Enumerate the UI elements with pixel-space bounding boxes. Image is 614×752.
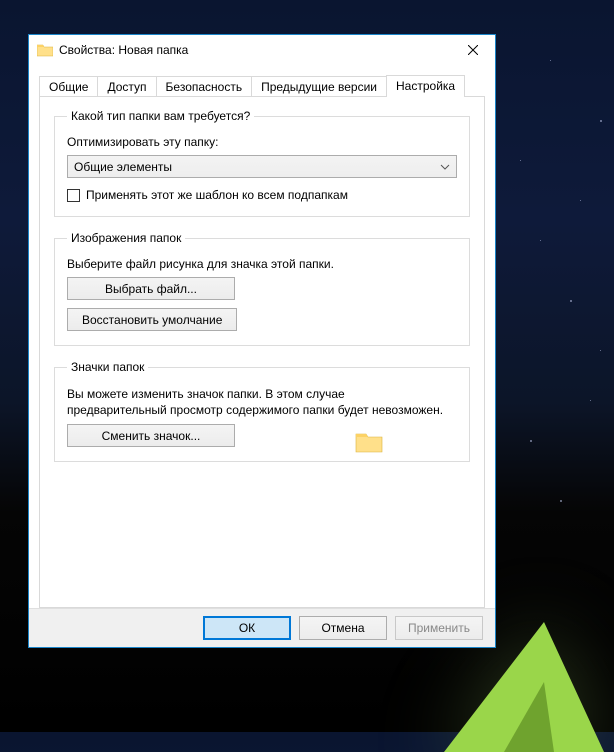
properties-dialog: Свойства: Новая папка Общие Доступ Безоп… [28,34,496,648]
cancel-button[interactable]: Отмена [299,616,387,640]
optimize-combo-value: Общие элементы [74,160,172,174]
folder-icons-desc: Вы можете изменить значок папки. В этом … [67,386,447,418]
change-icon-button[interactable]: Сменить значок... [67,424,235,447]
dialog-content: Общие Доступ Безопасность Предыдущие вер… [29,65,495,608]
choose-file-button[interactable]: Выбрать файл... [67,277,235,300]
group-folder-icons: Значки папок Вы можете изменить значок п… [54,360,470,462]
group-folder-type: Какой тип папки вам требуется? Оптимизир… [54,109,470,217]
group-folder-pictures-legend: Изображения папок [67,231,185,245]
folder-pictures-desc: Выберите файл рисунка для значка этой па… [67,257,457,271]
optimize-combo[interactable]: Общие элементы [67,155,457,178]
group-folder-icons-legend: Значки папок [67,360,148,374]
apply-button[interactable]: Применить [395,616,483,640]
apply-subfolders-row: Применять этот же шаблон ко всем подпапк… [67,188,457,202]
tab-security[interactable]: Безопасность [156,76,253,97]
group-folder-type-legend: Какой тип папки вам требуется? [67,109,254,123]
tab-general[interactable]: Общие [39,76,98,97]
chevron-down-icon [440,162,450,172]
tab-sharing[interactable]: Доступ [97,76,156,97]
window-title: Свойства: Новая папка [59,43,451,57]
close-button[interactable] [451,35,495,65]
dialog-button-row: ОК Отмена Применить [29,608,495,647]
tab-customize[interactable]: Настройка [386,75,465,97]
close-icon [468,45,478,55]
titlebar: Свойства: Новая папка [29,35,495,65]
folder-icon [37,42,53,58]
tab-previous-versions[interactable]: Предыдущие версии [251,76,387,97]
optimize-label: Оптимизировать эту папку: [67,135,457,149]
apply-subfolders-checkbox[interactable] [67,189,80,202]
folder-icon-preview [355,430,387,462]
tab-strip: Общие Доступ Безопасность Предыдущие вер… [39,73,485,96]
tab-panel-customize: Какой тип папки вам требуется? Оптимизир… [39,96,485,608]
ok-button[interactable]: ОК [203,616,291,640]
group-folder-pictures: Изображения папок Выберите файл рисунка … [54,231,470,346]
restore-default-button[interactable]: Восстановить умолчание [67,308,237,331]
apply-subfolders-label: Применять этот же шаблон ко всем подпапк… [86,188,348,202]
